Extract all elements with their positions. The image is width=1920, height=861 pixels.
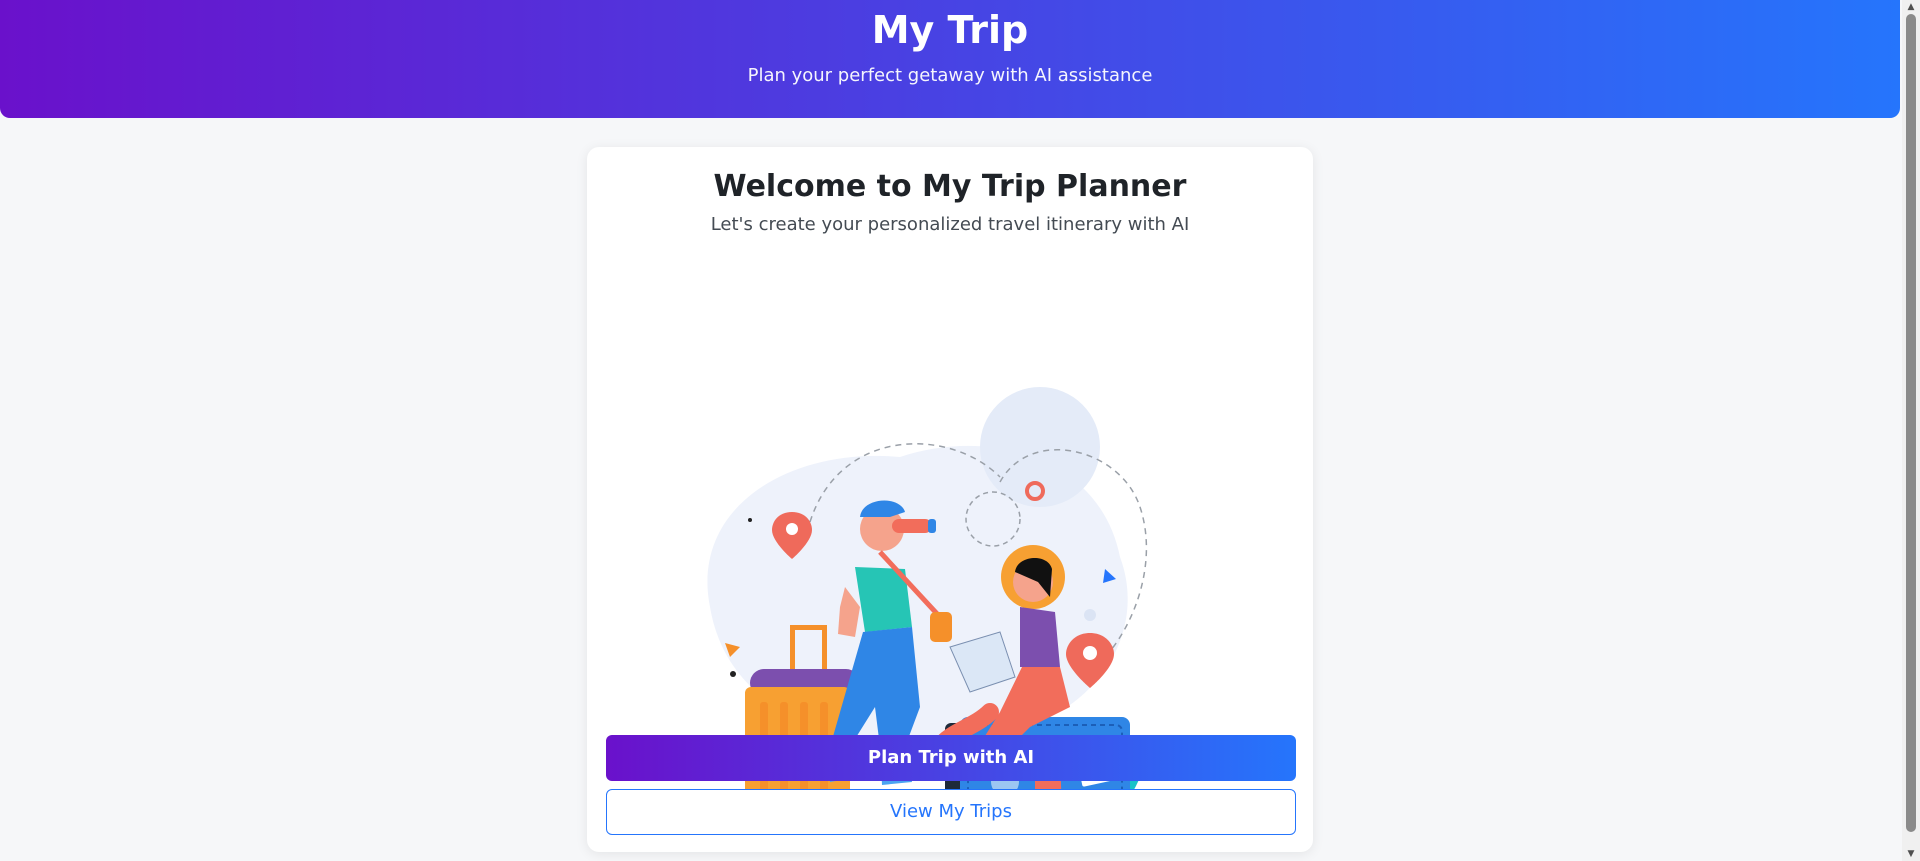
scrollbar-thumb[interactable] <box>1906 14 1916 832</box>
view-trips-button[interactable]: View My Trips <box>606 789 1296 835</box>
app-title: My Trip <box>871 8 1029 52</box>
scroll-down-icon[interactable]: ▼ <box>1905 848 1917 860</box>
dot-decoration <box>730 671 736 677</box>
dot-decoration <box>1084 609 1096 621</box>
vertical-scrollbar[interactable]: ▲ ▼ <box>1902 0 1920 861</box>
plan-trip-button[interactable]: Plan Trip with AI <box>606 735 1296 781</box>
welcome-card: Welcome to My Trip Planner Let's create … <box>587 147 1313 852</box>
background-circle <box>980 387 1100 507</box>
app-header: My Trip Plan your perfect getaway with A… <box>0 0 1900 118</box>
page: My Trip Plan your perfect getaway with A… <box>0 0 1920 861</box>
welcome-title: Welcome to My Trip Planner <box>713 169 1187 204</box>
app-subtitle: Plan your perfect getaway with AI assist… <box>747 65 1153 86</box>
dot-decoration <box>748 518 752 522</box>
scroll-up-icon[interactable]: ▲ <box>1905 1 1917 13</box>
welcome-subtitle: Let's create your personalized travel it… <box>710 214 1190 235</box>
